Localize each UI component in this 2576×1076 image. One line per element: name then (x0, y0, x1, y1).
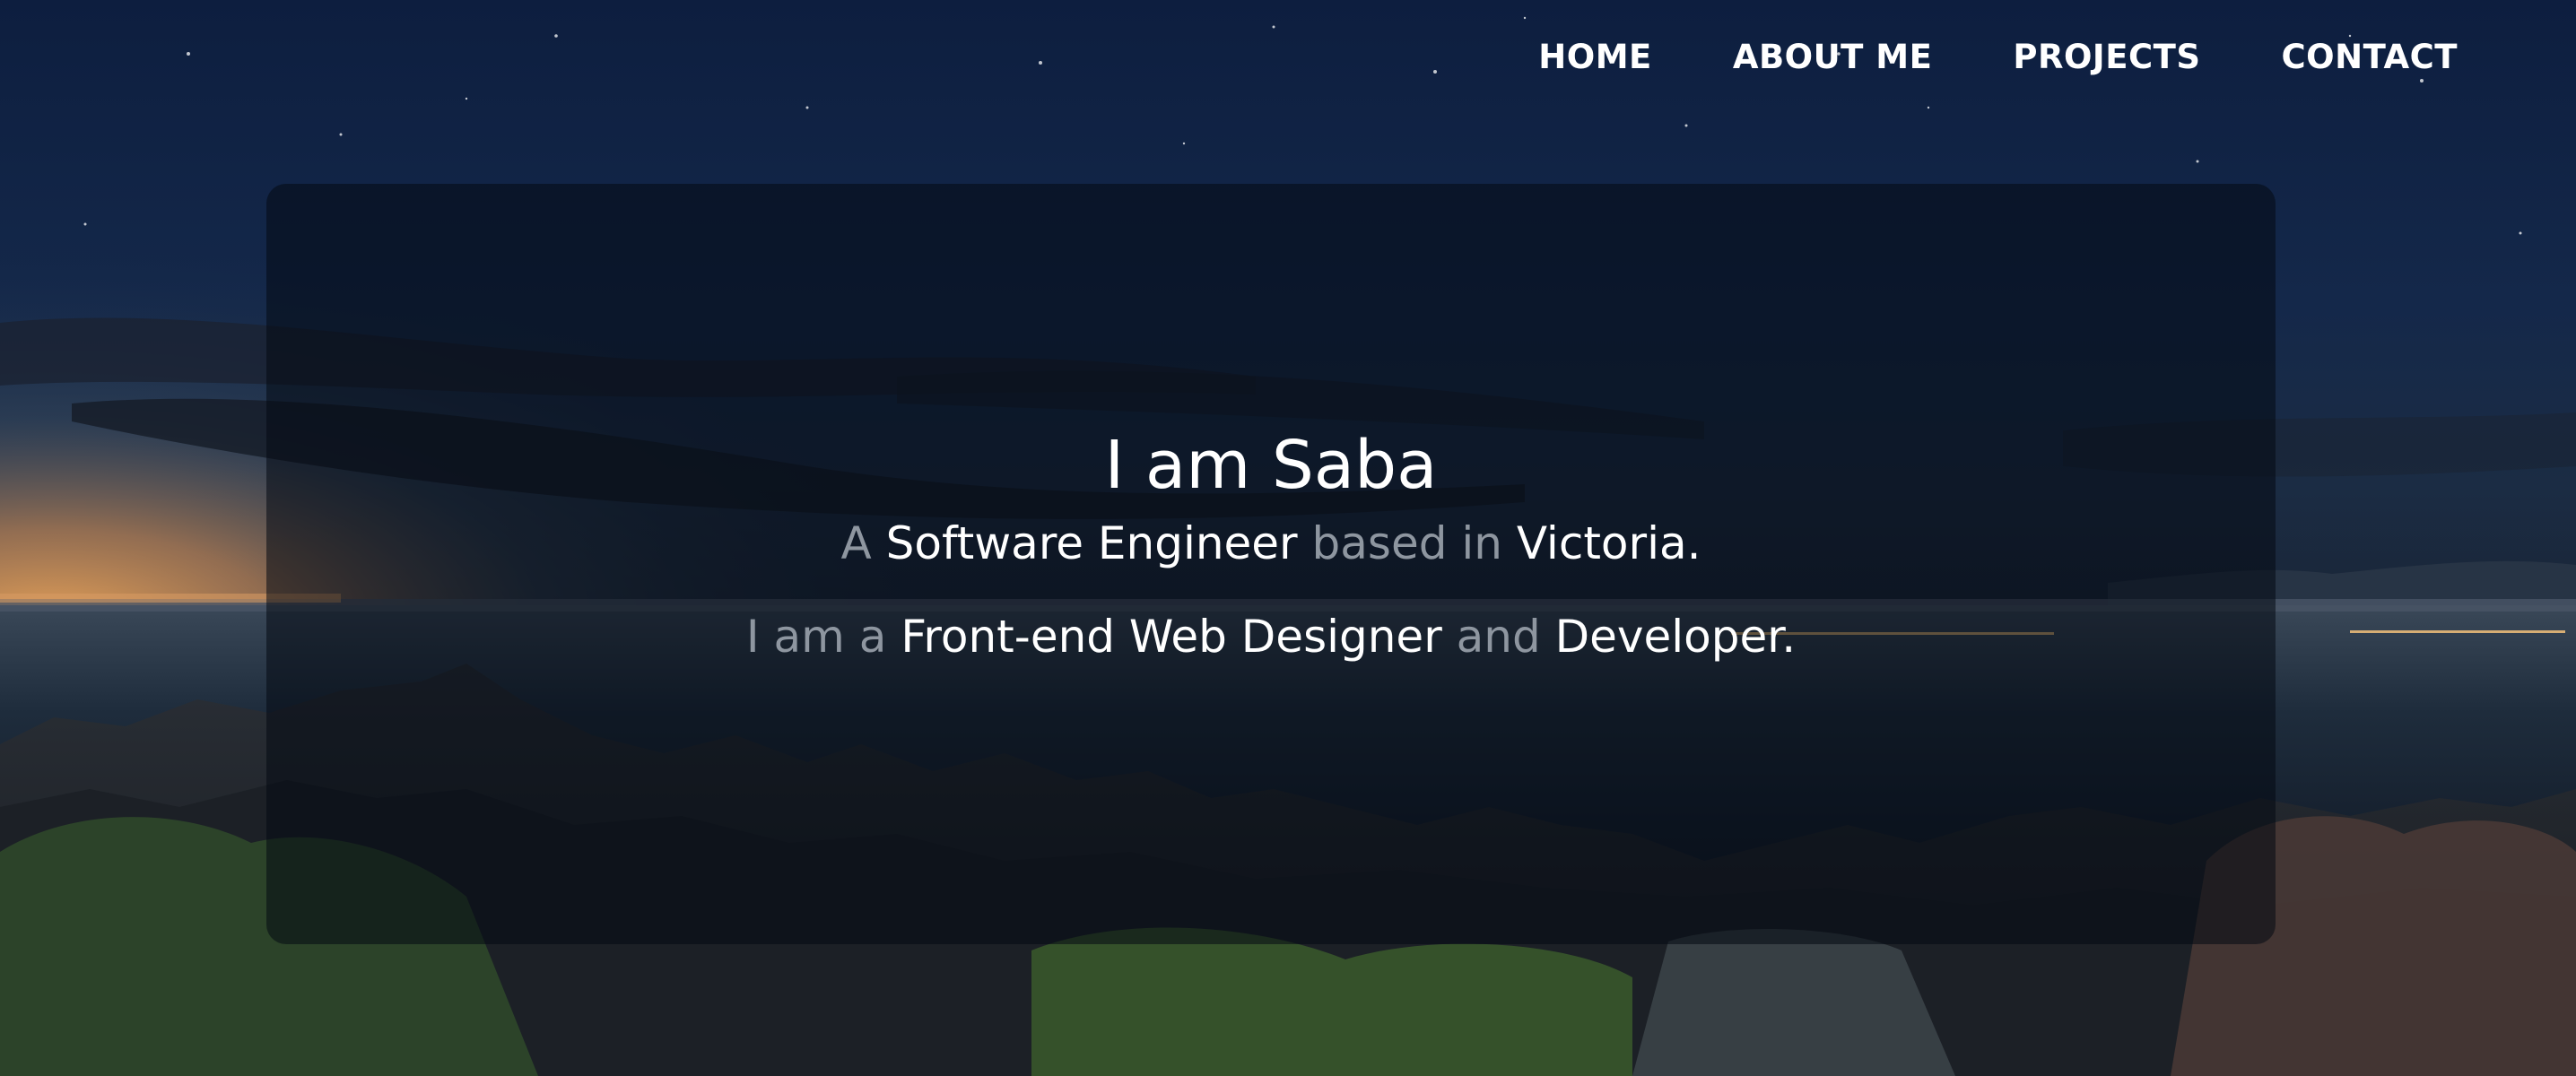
hero-subtitle-line-1: A Software Engineer based in Victoria. (266, 516, 2276, 570)
nav-about-me-link[interactable]: ABOUT ME (1733, 38, 1933, 76)
nav-projects-link[interactable]: PROJECTS (2013, 38, 2200, 76)
nav-contact-link[interactable]: CONTACT (2282, 38, 2458, 76)
hero-title: I am Saba (1104, 427, 1438, 504)
intro-card-content: I am Saba A Software Engineer based in V… (266, 426, 2276, 664)
subtitle-word-a: A (840, 516, 872, 569)
intro-card: I am Saba A Software Engineer based in V… (266, 184, 2276, 944)
subtitle-developer: Developer. (1554, 610, 1797, 663)
hero-section: HOME ABOUT ME PROJECTS CONTACT I am Saba… (0, 0, 2576, 1076)
subtitle-i-am-a: I am a (745, 610, 887, 663)
subtitle-based-in: based in (1311, 516, 1502, 569)
hero-subtitle-line-2: I am a Front-end Web Designer and Develo… (266, 610, 2276, 664)
subtitle-role: Software Engineer (885, 516, 1298, 569)
subtitle-city: Victoria. (1516, 516, 1701, 569)
subtitle-designer-role: Front-end Web Designer (901, 610, 1442, 663)
nav-home-link[interactable]: HOME (1538, 38, 1652, 76)
main-nav: HOME ABOUT ME PROJECTS CONTACT (1538, 38, 2458, 76)
subtitle-and: and (1456, 610, 1541, 663)
